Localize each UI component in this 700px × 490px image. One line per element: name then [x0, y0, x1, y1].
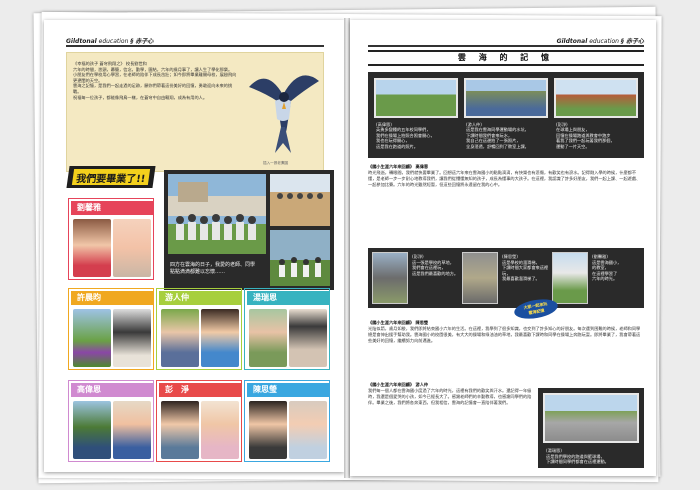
graduate-photo-recent — [73, 309, 111, 367]
graduate-name: 游人仲 — [159, 291, 241, 305]
poem-text: 《幸福的孩子 蒼穹飛翔之》 校長劉世和 六年的時間，悉頭，幕簡，信念，勤學，團結… — [73, 61, 237, 100]
graduate-photo-baby — [289, 309, 327, 367]
graduate-card: 游人仲 — [156, 288, 242, 370]
memory-caption: (湯瑞恩) 這是我們學校的跑道與籃球場， 下課時間同學們都會在這裡運動。 — [546, 448, 609, 465]
essay-section: 《國小生涯六年來回顧》 陳思瑩 光陰似箭，歲月如梭，我們即將結束國小六年的生活。… — [368, 320, 644, 374]
header-tail: § 赤子心 — [130, 38, 154, 45]
graduate-card: 陳思瑩 — [244, 380, 330, 462]
memory-photo-strip: (高偉恩) 英勇多變種的五年校同學們， 我們在操場上拍照合照會開心， 我也在玩得… — [368, 72, 644, 158]
graduate-card: 劉馨雅 — [68, 198, 154, 280]
principal-poem-box: 《幸福的孩子 蒼穹飛翔之》 校長劉世和 六年的時間，悉頭，幕簡，信念，勤學，團結… — [66, 52, 324, 172]
graduate-card: 彭 淨 — [156, 380, 242, 462]
group-photo-collage: 四方在雲海的日子，我愛的老師、同學 點點滴滴都難以忘懷…… — [164, 170, 334, 290]
graduate-photo-baby — [201, 401, 239, 459]
graduate-name: 高偉恩 — [71, 383, 153, 397]
graduate-card: 湯瑞恩 — [244, 288, 330, 370]
group-photo-main — [168, 174, 266, 254]
memory-photo-slide — [462, 252, 498, 304]
memory-photo-classroom — [552, 252, 588, 304]
memory-photo-strip-middle: (彭淨) 這一張是學校的草地， 我們會在這裡玩， 這是我們最喜歡的地方。 (陳思… — [368, 248, 644, 308]
bird-credit: 插入一張老鷹圖 — [263, 161, 289, 165]
graduate-photo-recent — [161, 401, 199, 459]
graduate-name: 劉馨雅 — [71, 201, 153, 215]
flying-bird-illustration — [249, 75, 319, 153]
memory-caption: (彭淨) 在球場上與朋友， 回憶在操場跑道與教會中跑步 著我了我們一起玩著我們那… — [556, 122, 615, 149]
graduate-card: 許晨昀 — [68, 288, 154, 370]
left-page-header: Gildtonal education § 赤子心 — [66, 36, 324, 47]
memory-photo-playground — [374, 78, 458, 118]
graduate-photo-baby — [113, 219, 151, 277]
group-photo-caption: 四方在雲海的日子，我愛的老師、同學 點點滴滴都難以忘懷…… — [170, 262, 256, 275]
essay-section: 《國小生涯六年來回顧》 高偉恩 時光飛逝，轉眼間，我們就快要畢業了。回想這六年來… — [368, 164, 644, 242]
magazine-spread: Gildtonal education § 赤子心 《幸福的孩子 蒼穹飛翔之》 … — [0, 0, 700, 490]
right-page-header: Gildtonal education § 赤子心 — [368, 36, 644, 47]
memory-caption: (高偉恩) 英勇多變種的五年校同學們， 我們在操場上拍照合照會開心， 我也在玩得… — [376, 122, 435, 149]
graduate-photo-recent — [73, 401, 111, 459]
graduate-name: 湯瑞恩 — [247, 291, 329, 305]
memory-caption: (游人仲) 這是我在雲海同學運動場的水坑， 下課時間我們會來玩水， 我自己在這邊… — [466, 122, 529, 149]
essay-section: 《國小生涯六年來回顧》 游人仲 我們每一個人都在雲海國小度過了六年的時光，這裡有… — [368, 382, 532, 466]
group-photo-bottom-right — [270, 230, 330, 286]
header-script: Gildtonal — [66, 38, 97, 45]
graduate-photo-recent — [73, 219, 111, 277]
memory-photo-court: (湯瑞恩) 這是我們學校的跑道與籃球場， 下課時間同學們都會在這裡運動。 — [538, 388, 644, 468]
essay-body: 光陰似箭，歲月如梭，我們即將結束國小六年的生活。在這裡，我學到了很多知識，也交到… — [368, 326, 641, 343]
graduate-photo-recent — [249, 309, 287, 367]
graduate-photo-baby — [113, 309, 151, 367]
left-page: Gildtonal education § 赤子心 《幸福的孩子 蒼穹飛翔之》 … — [44, 20, 344, 472]
memory-caption: (陳思瑩) 這是學校的溜滑梯， 下課時間大家都會來這裡玩， 我最喜歡溜滑梯了。 — [502, 254, 549, 282]
graduate-card: 高偉恩 — [68, 380, 154, 462]
graduate-name: 陳思瑩 — [247, 383, 329, 397]
graduate-name: 許晨昀 — [71, 291, 153, 305]
graduation-banner-text: 我們要畢業了!! — [71, 169, 151, 185]
page-title: 雲 海 的 記 憶 — [368, 50, 644, 66]
essay-body: 我們每一個人都在雲海國小度過了六年的時光，這裡有我們的歡笑與汗水。還記得一年級時… — [368, 388, 532, 405]
graduate-photo-baby — [201, 309, 239, 367]
memory-photo-basketball-court — [543, 393, 639, 443]
memory-photo-lawn — [372, 252, 408, 304]
graduate-photo-baby — [113, 401, 151, 459]
graduate-photo-baby — [289, 401, 327, 459]
header-text: education — [589, 38, 619, 45]
graduation-banner: 我們要畢業了!! — [66, 166, 156, 188]
essay-body: 時光飛逝，轉眼間，我們就快要畢業了。回想這六年來在雲海國小的點點滴滴，有快樂也有… — [368, 170, 641, 187]
graduate-photo-recent — [161, 309, 199, 367]
memory-photo-track — [554, 78, 638, 118]
memory-photo-puddle — [464, 78, 548, 118]
header-tail: § 赤子心 — [620, 38, 644, 45]
group-photo-top-right — [270, 174, 330, 226]
header-script: Gildtonal — [556, 38, 588, 45]
memory-caption: (劉馨雅) 這是雲海國小， 的教室， 在這裡學習了 六年的時光。 — [592, 254, 622, 282]
right-page: Gildtonal education § 赤子心 雲 海 的 記 憶 (高偉恩… — [350, 20, 656, 476]
graduate-name: 彭 淨 — [159, 383, 241, 397]
graduate-photo-recent — [249, 401, 287, 459]
memory-caption: (彭淨) 這一張是學校的草地， 我們會在這裡玩， 這是我們最喜歡的地方。 — [412, 254, 459, 276]
header-text: education — [98, 38, 129, 45]
